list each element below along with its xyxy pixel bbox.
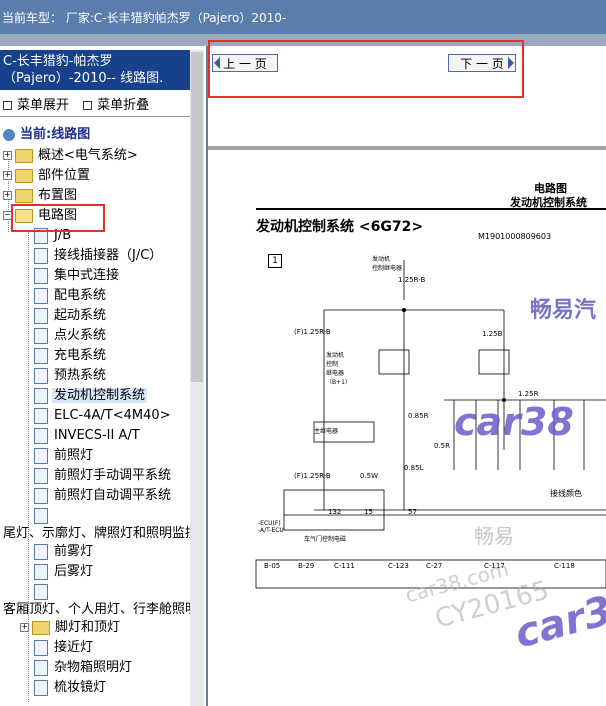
tree-item[interactable]: 杂物箱照明灯 (34, 658, 134, 678)
wiring-diagram: 电路图 发动机控制系统 发动机控制系统 <6G72> M190100080960… (254, 150, 606, 706)
folder-icon (32, 620, 50, 635)
wire-label: 0.5R (434, 442, 450, 450)
connector-label: C-27 (426, 562, 443, 570)
wire-label: 0.85R (408, 412, 429, 420)
tree-item[interactable]: + 脚灯和顶灯 (20, 618, 122, 638)
wire-label: 1.25B (482, 330, 503, 338)
tree-item[interactable]: ELC-4A/T<4M40> (34, 406, 173, 426)
menu-operations: 菜单展开 菜单折叠 (3, 94, 159, 113)
car-heading: C-长丰猎豹-帕杰罗 （Pajero）-2010-- 线路图. (0, 50, 190, 90)
collapse-all-link[interactable]: 菜单折叠 (83, 98, 154, 113)
wire-label: (F)1.25R-B (294, 328, 331, 336)
tree-item[interactable]: 预热系统 (34, 366, 108, 386)
car-heading-line1: C-长丰猎豹-帕杰罗 (3, 54, 113, 69)
component-label: 车气门控制电磁 (304, 536, 347, 543)
square-icon (3, 101, 12, 110)
document-icon (34, 467, 48, 484)
square-icon (83, 101, 93, 110)
document-icon (34, 387, 48, 404)
document-icon (34, 659, 48, 676)
connector-label: B-05 (264, 562, 281, 570)
document-icon (34, 427, 48, 444)
connector-label: C-111 (334, 562, 355, 570)
document-icon (34, 267, 48, 284)
document-icon (34, 287, 48, 304)
document-icon (34, 407, 48, 424)
document-icon (34, 639, 48, 656)
wire-label: 0.85L (404, 464, 424, 472)
tree-root[interactable]: 当前:线路图 (3, 125, 92, 145)
document-icon (34, 447, 48, 464)
expand-icon[interactable]: + (20, 623, 29, 632)
document-icon (34, 563, 48, 580)
tree-item[interactable]: 起动系统 (34, 306, 108, 326)
globe-icon (3, 128, 15, 141)
connector-label: C-118 (554, 562, 575, 570)
divider (0, 116, 190, 117)
tree-item[interactable]: + 布置图 (3, 186, 79, 206)
document-icon (34, 347, 48, 364)
pin-label: 15 (364, 508, 373, 516)
connector-label: C-123 (388, 562, 409, 570)
folder-icon (15, 188, 33, 203)
tree-item-icon-only[interactable] (34, 582, 52, 602)
expand-icon[interactable]: + (3, 171, 12, 180)
tree-item[interactable]: 前照灯自动调平系统 (34, 486, 173, 506)
tree-item[interactable]: 充电系统 (34, 346, 108, 366)
expand-icon[interactable]: + (3, 151, 12, 160)
tree-item[interactable]: + 概述<电气系统> (3, 146, 140, 166)
folder-icon (15, 148, 33, 163)
tree-item[interactable]: INVECS-II A/T (34, 426, 142, 446)
nav-highlight-box (208, 40, 524, 98)
document-icon (34, 367, 48, 384)
expand-icon[interactable]: + (3, 191, 12, 200)
document-icon (34, 543, 48, 560)
expand-all-link[interactable]: 菜单展开 (3, 98, 74, 113)
document-icon (34, 247, 48, 264)
tree-item[interactable]: 接近灯 (34, 638, 95, 658)
connector-label: B-29 (298, 562, 315, 570)
highlight-box (11, 204, 105, 232)
circuit-drawing (255, 260, 606, 589)
tree-item[interactable]: 集中式连接 (34, 266, 121, 286)
connector-label: C-117 (484, 562, 505, 570)
pin-label: 57 (408, 508, 417, 516)
tree-item[interactable]: 客厢顶灯、个人用灯、行李舱照明 (1, 600, 190, 620)
tree-item[interactable]: 前照灯 (34, 446, 95, 466)
component-label: 发动机 控制继电器 (372, 256, 403, 272)
document-icon (34, 679, 48, 696)
tree-item[interactable]: 接线插接器（J/C） (34, 246, 164, 266)
pin-label: 132 (328, 508, 342, 516)
sidebar-scrollbar[interactable] (190, 50, 204, 706)
document-icon (34, 583, 48, 600)
tree-item-icon-only[interactable] (34, 506, 52, 526)
tree-item[interactable]: 梳妆镜灯 (34, 678, 108, 698)
tree-item-selected[interactable]: 发动机控制系统 (34, 386, 148, 406)
car-heading-line2: （Pajero）-2010-- 线路图. (3, 71, 164, 86)
sidebar: C-长丰猎豹-帕杰罗 （Pajero）-2010-- 线路图. 菜单展开 菜单折… (0, 46, 208, 706)
component-label: 发动机 控制 继电器 （B+1） (326, 352, 351, 386)
window-title: 当前车型： 厂家:C-长丰猎豹帕杰罗（Pajero）2010- (2, 11, 287, 25)
wire-label: 0.5W (360, 472, 379, 480)
tree-item[interactable]: 前雾灯 (34, 542, 95, 562)
wire-label: 1.25R-B (398, 276, 426, 284)
wire-label: 1.25R (518, 390, 539, 398)
tree-item[interactable]: 点火系统 (34, 326, 108, 346)
component-label: -ECU(F) -A/T-ECU (258, 520, 284, 534)
tree-item[interactable]: 前照灯手动调平系统 (34, 466, 173, 486)
tree-item[interactable]: 后雾灯 (34, 562, 95, 582)
scrollbar-thumb[interactable] (191, 52, 203, 382)
document-icon (34, 327, 48, 344)
tree-item[interactable]: + 部件位置 (3, 166, 92, 186)
wire-label: (F)1.25R-B (294, 472, 331, 480)
document-icon (34, 307, 48, 324)
document-icon (34, 487, 48, 504)
document-icon (34, 507, 48, 524)
content-panel: 上 一 页 下 一 页 电路图 发动机控制系统 发动机控制系统 <6G72> M… (208, 40, 606, 706)
tree-item[interactable]: 配电系统 (34, 286, 108, 306)
folder-icon (15, 168, 33, 183)
tree-item[interactable]: 尾灯、示廓灯、牌照灯和照明监控 (1, 524, 190, 544)
component-label: 主继电器 (314, 428, 339, 435)
